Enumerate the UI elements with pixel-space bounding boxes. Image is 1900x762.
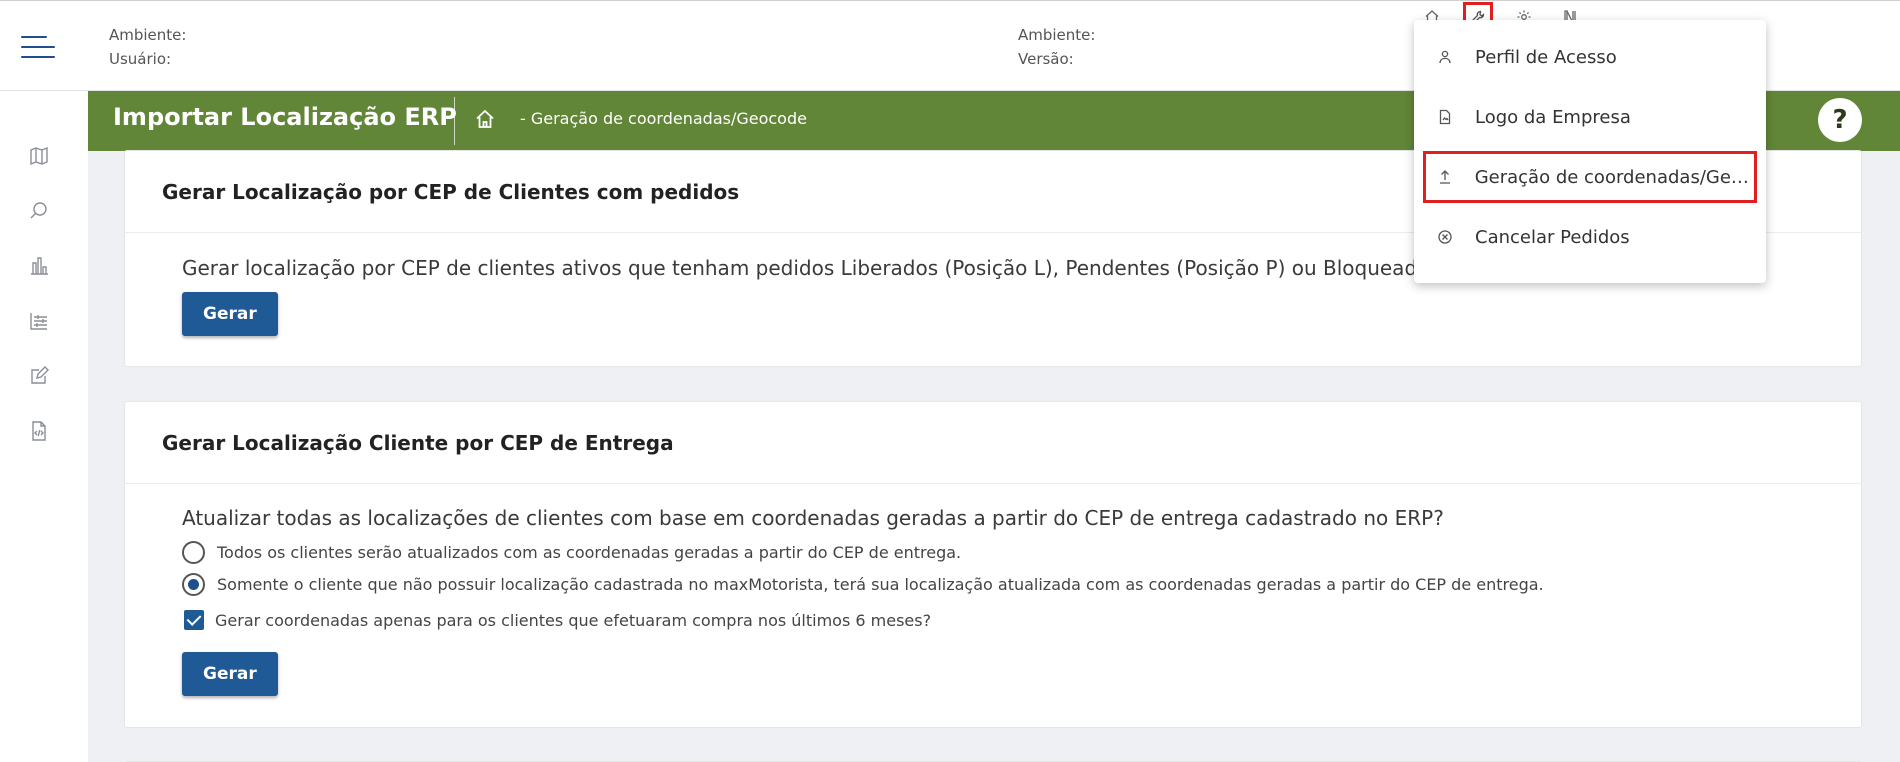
menu-item-label: Logo da Empresa <box>1475 106 1631 128</box>
breadcrumb-home-icon[interactable] <box>474 108 498 132</box>
map-icon[interactable] <box>28 145 50 167</box>
environment-info-right: Ambiente: Versão: <box>1018 23 1095 71</box>
hamburger-menu-icon[interactable] <box>21 36 55 60</box>
tools-dropdown-menu: Perfil de Acesso Logo da Empresa Geração… <box>1414 20 1766 283</box>
menu-item-label: Cancelar Pedidos <box>1475 226 1630 248</box>
gerar-button[interactable]: Gerar <box>182 652 278 696</box>
bar-chart-icon[interactable] <box>28 255 50 277</box>
versao-label: Versão: <box>1018 50 1074 68</box>
menu-item-geracao-coordenadas[interactable]: Geração de coordenadas/Geo... <box>1423 151 1757 203</box>
menu-item-label: Perfil de Acesso <box>1475 46 1617 68</box>
checkbox-last-6-months[interactable] <box>184 610 204 630</box>
usuario-label: Usuário: <box>109 50 172 68</box>
gerar-button[interactable]: Gerar <box>182 292 278 336</box>
page-title: Importar Localização ERP <box>113 103 457 131</box>
option-last-6-months[interactable]: Gerar coordenadas apenas para os cliente… <box>182 604 1861 636</box>
help-button[interactable]: ? <box>1818 98 1862 142</box>
code-file-icon[interactable] <box>28 420 50 442</box>
banner-divider <box>454 97 455 145</box>
card-cep-entrega: Gerar Localização Cliente por CEP de Ent… <box>125 402 1861 727</box>
user-icon <box>1436 48 1454 66</box>
upload-icon <box>1436 168 1454 186</box>
image-file-icon <box>1436 108 1454 126</box>
cancel-circle-icon <box>1436 228 1454 246</box>
ambiente-label: Ambiente: <box>109 26 187 44</box>
edit-icon[interactable] <box>28 365 50 387</box>
menu-item-label: Geração de coordenadas/Geo... <box>1474 166 1754 188</box>
menu-item-perfil-acesso[interactable]: Perfil de Acesso <box>1426 34 1754 80</box>
menu-item-logo-empresa[interactable]: Logo da Empresa <box>1426 94 1754 140</box>
option-label: Somente o cliente que não possuir locali… <box>217 574 1544 594</box>
environment-info-left: Ambiente: Usuário: <box>109 23 186 71</box>
option-missing-location[interactable]: Somente o cliente que não possuir locali… <box>182 568 1861 600</box>
sliders-icon[interactable] <box>28 310 50 332</box>
card-question: Atualizar todas as localizações de clien… <box>182 506 1444 530</box>
menu-item-cancelar-pedidos[interactable]: Cancelar Pedidos <box>1426 214 1754 260</box>
card-title: Gerar Localização Cliente por CEP de Ent… <box>125 402 1861 484</box>
radio-all-clients[interactable] <box>182 540 205 564</box>
checkbox-label: Gerar coordenadas apenas para os cliente… <box>215 610 932 630</box>
ambiente-label-right: Ambiente: <box>1018 26 1096 44</box>
breadcrumb[interactable]: - Geração de coordenadas/Geocode <box>520 109 807 128</box>
left-navigation-rail <box>0 91 88 762</box>
radio-missing-location[interactable] <box>182 572 205 596</box>
option-all-clients[interactable]: Todos os clientes serão atualizados com … <box>182 536 1861 568</box>
option-label: Todos os clientes serão atualizados com … <box>217 542 962 562</box>
search-icon[interactable] <box>28 200 50 222</box>
